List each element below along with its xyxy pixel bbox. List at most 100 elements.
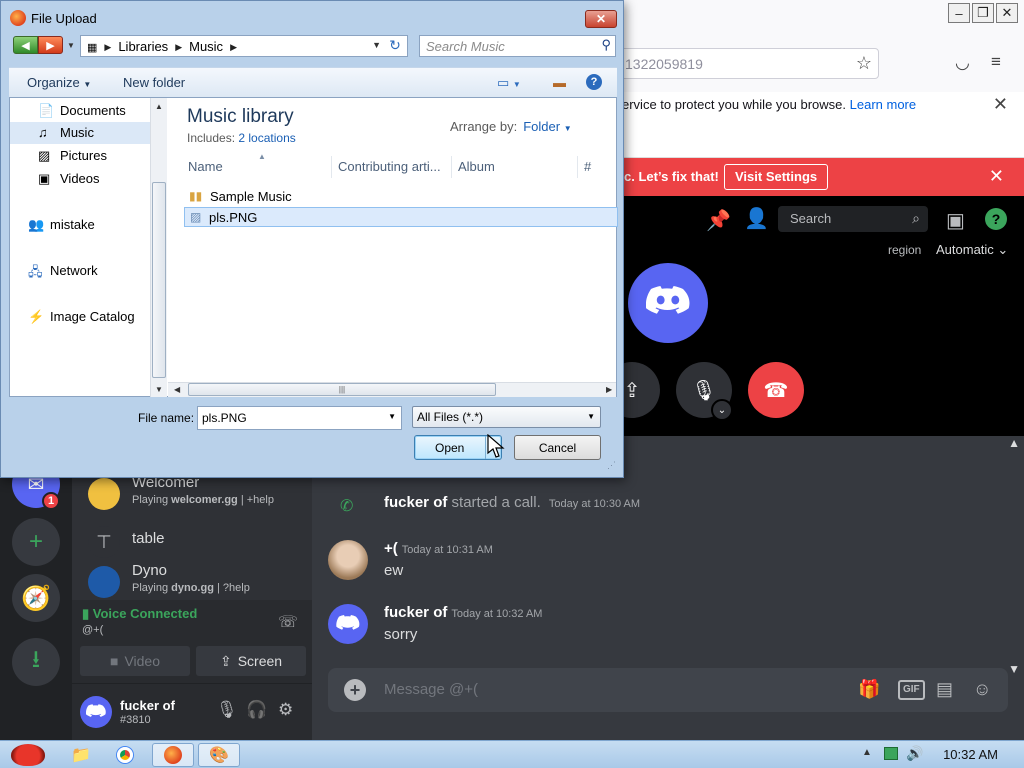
address-dropdown-icon[interactable]: ▼ [372, 40, 381, 50]
breadcrumb-libraries[interactable]: Libraries [118, 39, 168, 54]
column-track-number[interactable]: # [578, 156, 616, 178]
restore-button[interactable]: ❐ [972, 3, 994, 23]
learn-more-link[interactable]: Learn more [850, 97, 916, 112]
back-button[interactable]: ◀ [13, 36, 38, 54]
preview-pane-icon[interactable]: ▬ [553, 75, 566, 90]
scroll-up-arrow-icon[interactable]: ▲ [155, 102, 163, 111]
call-participant-avatar [628, 263, 708, 343]
scroll-up-icon[interactable]: ▲ [1008, 436, 1020, 450]
file-name-input[interactable]: pls.PNG ▼ [197, 406, 402, 430]
new-folder-button[interactable]: New folder [123, 75, 185, 90]
sticker-icon[interactable]: ▤ [936, 679, 953, 700]
audio-options-button[interactable]: ⌄ [711, 399, 733, 421]
attach-plus-icon[interactable]: + [344, 679, 366, 701]
file-row-pls-png[interactable]: ▨ pls.PNG [184, 207, 618, 227]
breadcrumb-music[interactable]: Music [189, 39, 223, 54]
tree-item-mistake[interactable]: 👥 mistake [10, 214, 150, 236]
avatar[interactable] [80, 696, 112, 728]
dm-status: Playing dyno.gg | ?help [132, 582, 250, 594]
scroll-thumb[interactable] [152, 182, 166, 378]
download-apps-button[interactable]: ⭳ [12, 638, 60, 686]
search-input[interactable]: Search Music ⚲ [419, 35, 616, 57]
start-button[interactable] [6, 743, 50, 767]
view-options-icon[interactable]: ▭ ▼ [497, 75, 521, 91]
banner-close-icon[interactable]: ✕ [989, 166, 1004, 187]
tree-item-music[interactable]: ♫ Music [10, 122, 150, 144]
column-album[interactable]: Album [452, 156, 578, 178]
menu-icon[interactable]: ≡ [991, 52, 1001, 72]
taskbar-firefox[interactable] [152, 743, 194, 767]
column-contributing-artists[interactable]: Contributing arti... [332, 156, 452, 178]
search-placeholder: Search [790, 211, 832, 226]
volume-icon[interactable]: 🔊 [906, 745, 923, 762]
file-list-scrollbar[interactable]: ◀ ||| ▶ [168, 382, 616, 397]
address-bar[interactable]: ▦ ▶ Libraries ▶ Music ▶ ▼ [80, 35, 408, 57]
notice-close-icon[interactable]: ✕ [993, 94, 1008, 115]
message-author[interactable]: +(Today at 10:31 AM [384, 540, 493, 557]
refresh-icon[interactable]: ↻ [385, 37, 405, 55]
tray-expand-icon[interactable]: ▲ [862, 747, 872, 758]
arrange-by-select[interactable]: Folder ▼ [523, 119, 571, 134]
add-friend-icon[interactable]: 👤 [744, 206, 769, 231]
avatar[interactable] [328, 540, 368, 580]
pocket-icon[interactable]: ◡ [955, 53, 970, 73]
pin-icon[interactable]: 📌 [706, 208, 731, 233]
file-name-dropdown-icon[interactable]: ▼ [388, 412, 396, 421]
dialog-close-button[interactable]: ✕ [585, 10, 617, 28]
tree-item-videos[interactable]: ▣ Videos [10, 168, 150, 190]
file-name-label: File name: [138, 411, 195, 425]
scroll-down-arrow-icon[interactable]: ▼ [155, 385, 163, 394]
add-server-button[interactable]: + [12, 518, 60, 566]
url-bar[interactable]: 1322059819 ☆ [612, 48, 879, 79]
tree-item-pictures[interactable]: ▨ Pictures [10, 145, 150, 167]
file-name: pls.PNG [209, 210, 258, 225]
close-window-button[interactable]: ✕ [996, 3, 1018, 23]
emoji-icon[interactable]: ☺ [973, 679, 991, 700]
bookmark-star-icon[interactable]: ☆ [856, 53, 872, 74]
file-row-sample-music[interactable]: ▮▮ Sample Music [184, 187, 618, 207]
headphones-icon[interactable]: 🎧 [246, 700, 267, 720]
scroll-right-arrow-icon[interactable]: ▶ [606, 385, 612, 394]
tree-scrollbar[interactable]: ▲ ▼ [150, 98, 167, 397]
region-select[interactable]: Automatic ⌄ [936, 242, 1008, 258]
inbox-icon[interactable]: ▣ [946, 208, 965, 233]
explore-servers-button[interactable]: 🧭 [12, 574, 60, 622]
microphone-icon[interactable]: 🎙 [216, 700, 238, 720]
tree-item-image-catalog[interactable]: ⚡ Image Catalog [10, 306, 150, 328]
cancel-button[interactable]: Cancel [514, 435, 601, 460]
resize-grip-icon[interactable]: ⋰ [607, 460, 616, 471]
scroll-thumb[interactable]: ||| [188, 383, 496, 396]
screen-button[interactable]: ⇪ Screen [196, 646, 306, 676]
message-input[interactable]: + Message @+( 🎁 GIF ▤ ☺ [328, 668, 1008, 712]
taskbar-chrome[interactable] [106, 743, 144, 767]
message-author[interactable]: fucker of Today at 10:32 AM [384, 604, 542, 621]
scroll-down-icon[interactable]: ▼ [1008, 662, 1020, 676]
tray-status-icon[interactable] [884, 747, 898, 760]
gif-icon[interactable]: GIF [898, 680, 925, 700]
video-button[interactable]: ■ Video [80, 646, 190, 676]
file-name-value: pls.PNG [202, 411, 247, 425]
help-icon[interactable]: ? [586, 74, 602, 90]
scroll-left-arrow-icon[interactable]: ◀ [174, 385, 180, 394]
visit-settings-button[interactable]: Visit Settings [724, 164, 829, 190]
disconnect-voice-icon[interactable]: ☏ [278, 612, 298, 632]
clock[interactable]: 10:32 AM [943, 747, 998, 762]
tree-item-documents[interactable]: 📄 Documents [10, 100, 150, 122]
tree-item-network[interactable]: 🖧 Network [10, 260, 150, 282]
column-name[interactable]: Name [182, 156, 332, 178]
help-icon[interactable]: ? [985, 208, 1007, 230]
taskbar-paint[interactable]: 🎨 [198, 743, 240, 767]
search-icon[interactable]: ⚲ [601, 37, 611, 53]
organize-menu[interactable]: Organize ▼ [27, 75, 91, 90]
file-type-select[interactable]: All Files (*.*) ▼ [412, 406, 601, 428]
gift-icon[interactable]: 🎁 [858, 679, 880, 700]
disconnect-button[interactable]: ☎ [748, 362, 804, 418]
forward-button[interactable]: ▶ [38, 36, 63, 54]
locations-link[interactable]: 2 locations [238, 131, 295, 145]
recent-locations-icon[interactable]: ▼ [67, 41, 75, 50]
taskbar-explorer[interactable]: 📁 [62, 743, 100, 767]
search-box[interactable]: Search ⌕ [778, 206, 928, 232]
minimize-button[interactable]: – [948, 3, 970, 23]
settings-gear-icon[interactable]: ⚙ [278, 700, 293, 720]
avatar[interactable] [328, 604, 368, 644]
